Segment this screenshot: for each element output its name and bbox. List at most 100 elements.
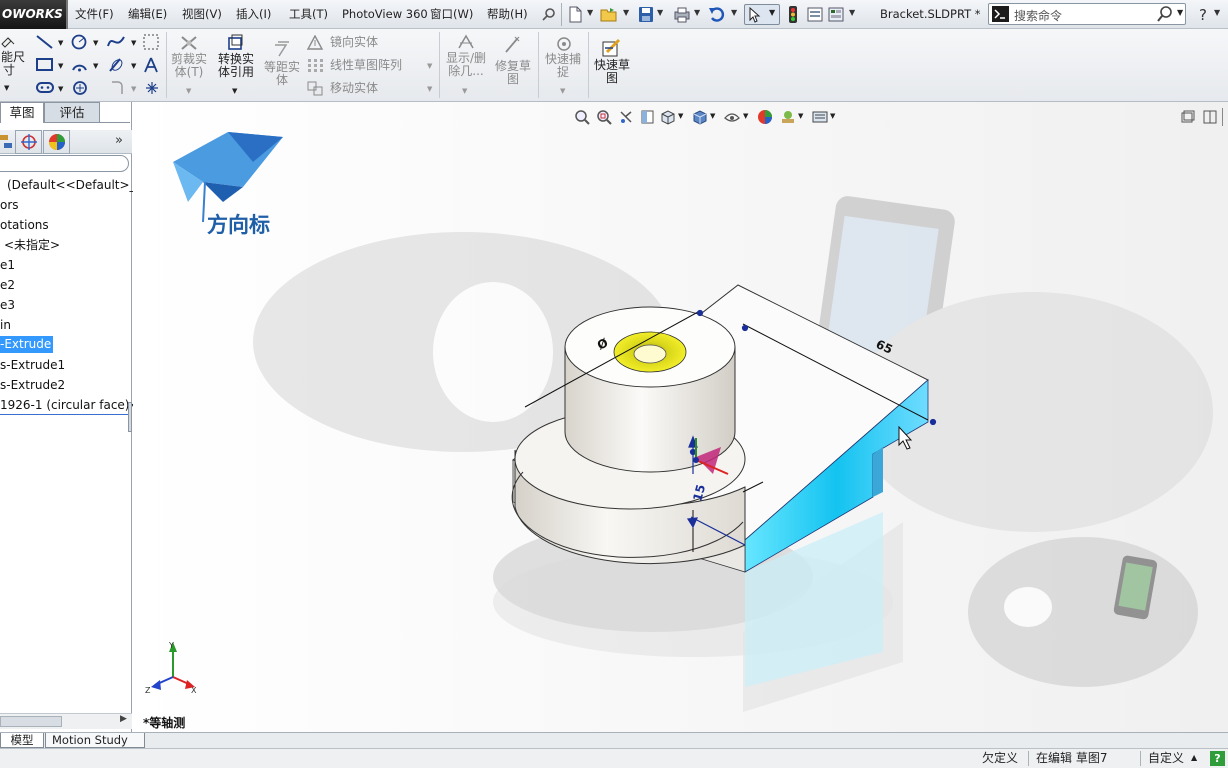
tab-evaluate[interactable]: 评估 [44, 102, 100, 123]
point-icon[interactable] [144, 80, 160, 96]
chevron-down-icon[interactable]: ▼ [427, 62, 432, 70]
help-button[interactable]: ? [1210, 751, 1225, 766]
menu-edit[interactable]: 编辑(E) [128, 0, 167, 29]
help-icon[interactable]: ? [1196, 6, 1214, 23]
chevron-down-icon[interactable]: ▼ [731, 8, 737, 17]
display-style-icon[interactable] [692, 109, 708, 125]
chevron-down-icon[interactable]: ▼ [93, 62, 98, 70]
hide-show-items-icon[interactable] [724, 109, 740, 125]
menu-view[interactable]: 视图(V) [182, 0, 222, 29]
new-document-icon[interactable] [566, 6, 584, 23]
chevron-down-icon[interactable]: ▼ [131, 85, 136, 93]
quick-snaps-label-2[interactable]: 捉 [542, 66, 584, 79]
scrollbar-thumb[interactable] [0, 716, 62, 727]
mirror-entities-icon[interactable] [307, 35, 324, 50]
select-button[interactable]: ▼ [744, 4, 780, 25]
chevron-down-icon[interactable]: ▼ [4, 84, 9, 92]
chevron-down-icon[interactable]: ▼ [1177, 8, 1183, 17]
open-folder-icon[interactable] [600, 6, 618, 23]
chevron-down-icon[interactable]: ▼ [58, 85, 63, 93]
chevron-down-icon[interactable]: ▼ [657, 8, 663, 17]
options-icon[interactable] [827, 6, 845, 23]
offset-fillet-icon[interactable] [106, 79, 128, 97]
chevron-down-icon[interactable]: ▼ [743, 112, 748, 120]
restore-viewport-icon[interactable] [1181, 110, 1195, 124]
chevron-down-icon[interactable]: ▼ [58, 62, 63, 70]
menu-photoview[interactable]: PhotoView 360 [342, 0, 428, 29]
viewport-edge-button[interactable] [1222, 108, 1228, 126]
chevron-down-icon[interactable]: ▼ [462, 87, 467, 95]
trim-entities-label-2[interactable]: 体(T) [168, 66, 210, 79]
chevron-down-icon[interactable]: ▼ [587, 8, 593, 17]
offset-entities-label-2[interactable]: 体 [261, 74, 303, 87]
trim-entities-icon[interactable] [178, 33, 200, 53]
convert-entities-icon[interactable] [225, 33, 247, 53]
display-delete-relations-icon[interactable] [456, 33, 476, 51]
crosshair-icon[interactable] [19, 133, 39, 151]
rebuild-icon[interactable] [784, 6, 802, 23]
apply-scene-icon[interactable] [780, 109, 796, 125]
view-settings-icon[interactable] [812, 109, 828, 125]
chevron-down-icon[interactable]: ▼ [623, 8, 629, 17]
edit-appearance-icon[interactable] [757, 109, 773, 125]
menu-insert[interactable]: 插入(I) [236, 0, 271, 29]
pin-icon[interactable] [540, 6, 558, 23]
mirror-entities-label[interactable]: 镜向实体 [330, 36, 378, 49]
tree-item-boss-extrude1[interactable]: s-Extrude1 [0, 355, 65, 375]
text-icon[interactable] [142, 56, 160, 74]
tree-item-boss-extrude[interactable]: -Extrude [0, 336, 54, 353]
move-entities-icon[interactable] [307, 81, 324, 96]
repair-sketch-icon[interactable] [503, 35, 523, 55]
tree-item-configuration[interactable]: (Default<<Default>_D [7, 175, 145, 195]
chevron-down-icon[interactable]: ▼ [232, 87, 237, 95]
tree-item-boss-extrude2[interactable]: s-Extrude2 [0, 375, 65, 395]
chevron-down-icon[interactable]: ▼ [93, 39, 98, 47]
line-icon[interactable] [35, 33, 57, 51]
circle-icon[interactable] [70, 33, 90, 51]
repair-sketch-label-2[interactable]: 图 [493, 73, 533, 86]
sketch-grid-icon[interactable] [142, 33, 160, 51]
tree-item-origin[interactable]: in [0, 315, 11, 335]
slot-icon[interactable] [35, 79, 57, 97]
search-icon[interactable] [1157, 6, 1174, 22]
split-viewport-icon[interactable] [1203, 110, 1217, 124]
horizontal-scrollbar[interactable]: ▶ [0, 713, 132, 729]
tab-sketch[interactable]: 草图 [0, 102, 44, 123]
offset-entities-icon[interactable] [272, 41, 292, 59]
tree-item-material[interactable]: <未指定> [4, 235, 60, 255]
tab-motion-study[interactable]: Motion Study 1 [45, 733, 145, 761]
chevron-down-icon[interactable]: ▼ [560, 87, 565, 95]
rapid-sketch-icon[interactable] [601, 38, 623, 58]
display-delete-relations-label-2[interactable]: 除几... [441, 65, 491, 78]
tab-model[interactable]: 模型 [0, 733, 44, 748]
menu-file[interactable]: 文件(F) [75, 0, 114, 29]
panel-splitter[interactable] [128, 402, 132, 432]
chevron-down-icon[interactable]: ▼ [710, 112, 715, 120]
sketch-fillet-icon[interactable] [106, 56, 128, 74]
quick-snaps-icon[interactable] [554, 35, 574, 53]
chevron-down-icon[interactable]: ▼ [798, 112, 803, 120]
rapid-sketch-label-2[interactable]: 图 [591, 72, 633, 85]
previous-view-icon[interactable] [618, 109, 634, 125]
print-icon[interactable] [673, 6, 691, 23]
chevron-down-icon[interactable]: ▼ [849, 8, 855, 17]
filter-input[interactable] [0, 155, 129, 172]
feature-tree-icon[interactable] [0, 133, 14, 151]
convert-entities-label-2[interactable]: 体引用 [214, 66, 258, 79]
arc-icon[interactable] [70, 56, 90, 74]
model-canvas[interactable]: 方向标 Ø 65 15 Y X Z [133, 102, 1228, 732]
chevron-down-icon[interactable]: ▼ [427, 85, 432, 93]
tree-item-plane1[interactable]: e1 [0, 255, 15, 275]
graphics-area[interactable]: 方向标 Ø 65 15 Y X Z ▼ ▼ ▼ ▼ ▼ *等轴测 [133, 102, 1228, 732]
chevron-down-icon[interactable]: ▼ [678, 112, 683, 120]
chevron-down-icon[interactable]: ▼ [830, 112, 835, 120]
zoom-to-area-icon[interactable] [596, 109, 612, 125]
tree-item-plane3[interactable]: e3 [0, 295, 15, 315]
zoom-to-fit-icon[interactable] [574, 109, 590, 125]
save-icon[interactable] [637, 6, 655, 23]
scroll-right-icon[interactable]: ▶ [120, 714, 127, 724]
menu-window[interactable]: 窗口(W) [430, 0, 473, 29]
rollback-bar[interactable] [0, 414, 128, 415]
status-custom-units[interactable]: 自定义 [1148, 749, 1184, 768]
chevron-up-icon[interactable]: ▲ [1191, 753, 1197, 762]
